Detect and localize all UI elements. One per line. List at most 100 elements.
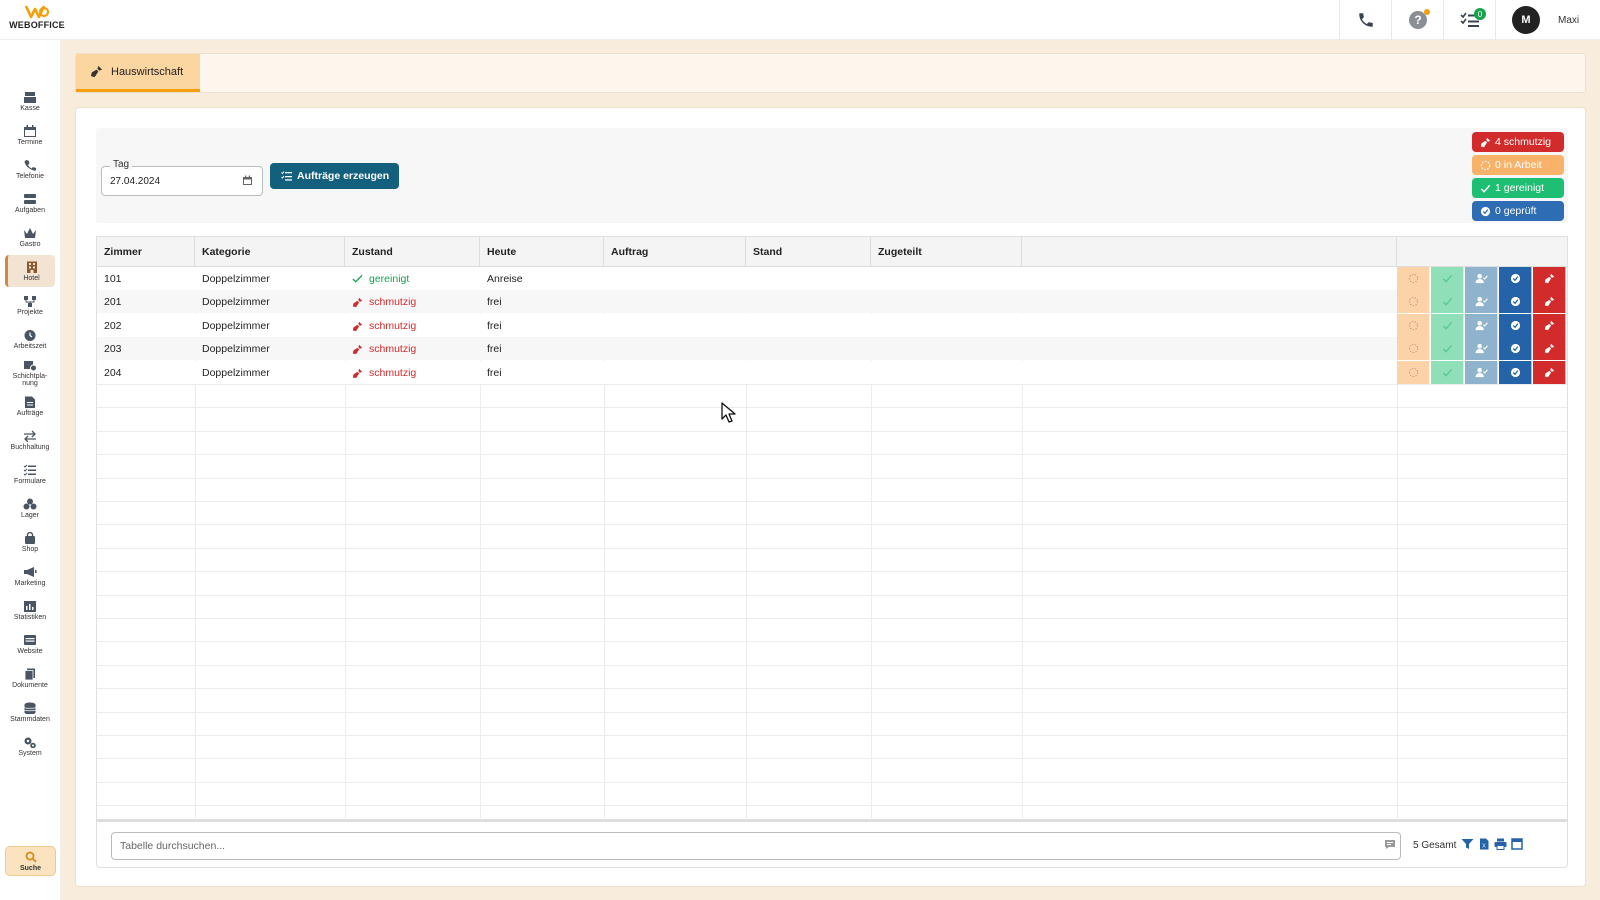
status-geprueft[interactable]: 0 geprüft [1472, 201, 1564, 221]
in-arbeit-action-button[interactable] [1397, 337, 1430, 360]
table-row[interactable]: 202 Doppelzimmer schmutzig frei [97, 314, 1567, 337]
sidebar-item-projekte[interactable]: Projekte [5, 289, 55, 321]
table-row[interactable]: 101 Doppelzimmer gereinigt Anreise [97, 267, 1567, 290]
table-row[interactable]: 204 Doppelzimmer schmutzig frei [97, 361, 1567, 384]
in-arbeit-action-button[interactable] [1397, 314, 1430, 337]
gereinigt-action-button[interactable] [1431, 314, 1464, 337]
cell-zimmer: 203 [104, 343, 122, 355]
sidebar-item-shop[interactable]: Shop [5, 526, 55, 558]
cash-register-icon [23, 91, 37, 103]
sidebar-item-kasse[interactable]: Kasse [5, 85, 55, 117]
export-excel-icon[interactable]: X [1478, 838, 1490, 850]
column-header-zimmer[interactable]: Zimmer [97, 237, 195, 267]
geprueft-action-button[interactable] [1499, 361, 1532, 384]
sidebar-item-termine[interactable]: Termine [5, 119, 55, 151]
geprueft-action-button[interactable] [1499, 337, 1532, 360]
sidebar-item-aufgaben[interactable]: Aufgaben [5, 187, 55, 219]
in-arbeit-action-button[interactable] [1397, 267, 1430, 290]
cell-zustand: schmutzig [345, 361, 480, 384]
mouse-cursor-icon [721, 402, 736, 423]
user-name: Maxi [1558, 14, 1580, 26]
gereinigt-action-button[interactable] [1431, 267, 1464, 290]
logo[interactable]: WEBOFFICE [6, 4, 68, 36]
gears-icon [23, 736, 37, 748]
column-header-zustand[interactable]: Zustand [345, 237, 480, 267]
zuteilen-action-button[interactable] [1465, 290, 1498, 313]
cell-stand [746, 361, 871, 384]
tasks-button[interactable]: 0 [1443, 0, 1495, 40]
status-in-arbeit[interactable]: 0 in Arbeit [1472, 155, 1564, 175]
sidebar-item-schichtpla-nung[interactable]: Schichtpla-nung [5, 357, 55, 389]
calendar-icon[interactable] [242, 175, 253, 186]
calendar-icon [23, 124, 37, 137]
gereinigt-action-button[interactable] [1431, 337, 1464, 360]
sidebar-item-marketing[interactable]: Marketing [5, 560, 55, 592]
check-circle-icon [1510, 320, 1520, 331]
table-row[interactable]: 201 Doppelzimmer schmutzig frei [97, 290, 1567, 313]
sidebar-item-system[interactable]: System [5, 730, 55, 762]
gereinigt-action-button[interactable] [1431, 290, 1464, 313]
comment-icon[interactable] [1384, 839, 1396, 850]
table-footer: 5 Gesamt X [96, 820, 1568, 868]
in-arbeit-action-button[interactable] [1397, 361, 1430, 384]
column-header-heute[interactable]: Heute [480, 237, 604, 267]
columns-icon[interactable] [1511, 838, 1523, 850]
table-search-input[interactable] [111, 832, 1401, 860]
spinner-icon [1408, 343, 1418, 354]
schmutzig-action-button[interactable] [1533, 267, 1566, 290]
sidebar-item-gastro[interactable]: Gastro [5, 221, 55, 253]
sidebar-item-label: Dokumente [12, 681, 48, 689]
zuteilen-action-button[interactable] [1465, 267, 1498, 290]
gereinigt-action-button[interactable] [1431, 361, 1464, 384]
column-header-zugeteilt[interactable]: Zugeteilt [871, 237, 1022, 267]
status-gereinigt[interactable]: 1 gereinigt [1472, 178, 1564, 198]
schmutzig-action-button[interactable] [1533, 361, 1566, 384]
geprueft-action-button[interactable] [1499, 290, 1532, 313]
sidebar-search-button[interactable]: Suche [5, 846, 56, 876]
geprueft-action-button[interactable] [1499, 314, 1532, 337]
sidebar-item-label: Hotel [23, 274, 40, 282]
sidebar-item-formulare[interactable]: Formulare [5, 458, 55, 490]
sidebar-item-label: Statistiken [13, 613, 47, 621]
sidebar-item-telefonie[interactable]: Telefonie [5, 153, 55, 185]
status-geprueft-label: 0 geprüft [1495, 205, 1537, 217]
sidebar-item-arbeitszeit[interactable]: Arbeitszeit [5, 323, 55, 355]
zuteilen-action-button[interactable] [1465, 314, 1498, 337]
sidebar-item-hotel[interactable]: Hotel [5, 255, 55, 287]
sidebar-item-statistiken[interactable]: Statistiken [5, 594, 55, 626]
generate-orders-button[interactable]: Aufträge erzeugen [270, 163, 399, 189]
user-menu[interactable]: M Maxi [1495, 0, 1600, 40]
schmutzig-action-button[interactable] [1533, 290, 1566, 313]
sidebar-item-buchhaltung[interactable]: Buchhaltung [5, 424, 55, 456]
in-arbeit-action-button[interactable] [1397, 290, 1430, 313]
print-icon[interactable] [1494, 838, 1507, 850]
grid-line [97, 735, 1567, 736]
avatar: M [1512, 6, 1540, 34]
spinner-icon [1408, 273, 1418, 284]
check-circle-icon [1510, 273, 1520, 284]
schmutzig-action-button[interactable] [1533, 337, 1566, 360]
tab-label: Hauswirtschaft [111, 65, 184, 78]
phone-button[interactable] [1339, 0, 1391, 40]
schmutzig-action-button[interactable] [1533, 314, 1566, 337]
column-header-auftrag[interactable]: Auftrag [604, 237, 746, 267]
column-header-stand[interactable]: Stand [746, 237, 871, 267]
geprueft-action-button[interactable] [1499, 267, 1532, 290]
filter-icon[interactable] [1461, 838, 1474, 850]
help-button[interactable]: ? [1391, 0, 1443, 40]
zuteilen-action-button[interactable] [1465, 337, 1498, 360]
sidebar-item-dokumente[interactable]: Dokumente [5, 662, 55, 694]
date-field[interactable]: Tag 27.04.2024 [101, 159, 263, 196]
tab-hauswirtschaft[interactable]: Hauswirtschaft [76, 54, 200, 92]
sidebar-item-website[interactable]: Website [5, 628, 55, 660]
table-row[interactable]: 203 Doppelzimmer schmutzig frei [97, 337, 1567, 360]
check-icon [1480, 184, 1491, 193]
status-schmutzig[interactable]: 4 schmutzig [1472, 132, 1564, 152]
database-icon [23, 702, 37, 714]
sidebar-item-lager[interactable]: Lager [5, 492, 55, 524]
zuteilen-action-button[interactable] [1465, 361, 1498, 384]
sidebar-item-stammdaten[interactable]: Stammdaten [5, 696, 55, 728]
column-header-kategorie[interactable]: Kategorie [195, 237, 345, 267]
sidebar-item-aufträge[interactable]: Aufträge [5, 390, 55, 422]
cell-heute: frei [487, 367, 502, 379]
